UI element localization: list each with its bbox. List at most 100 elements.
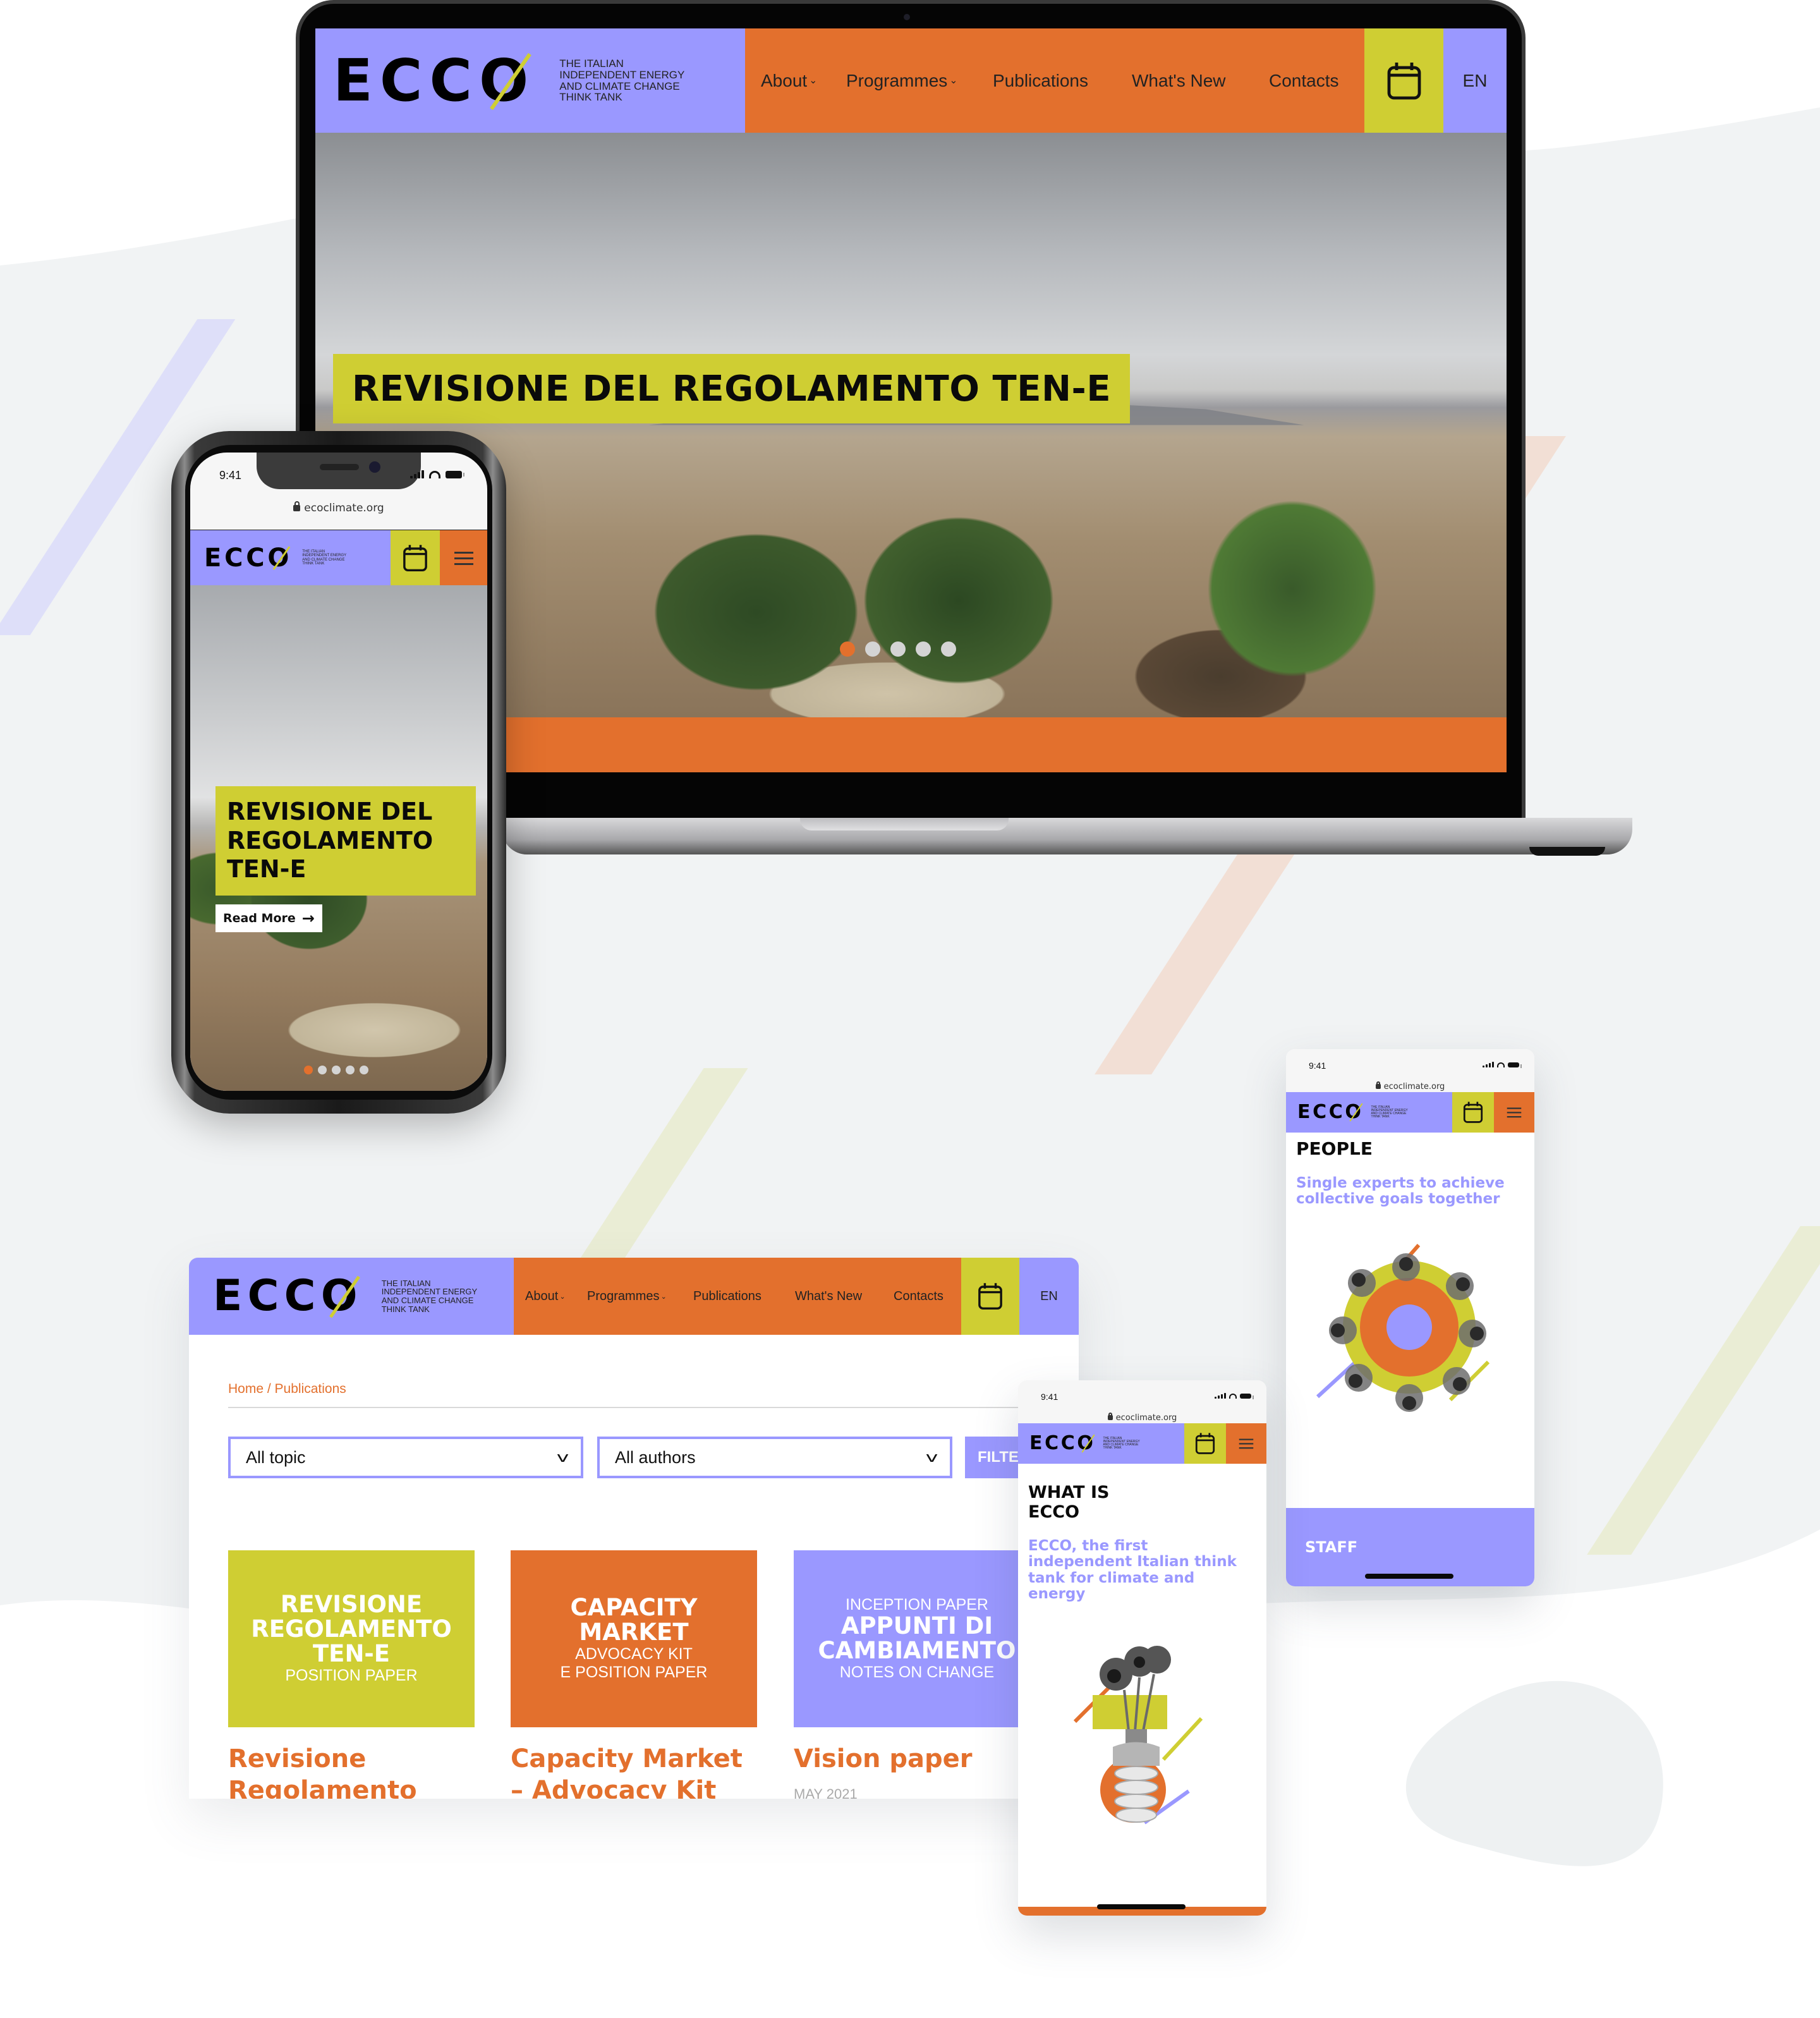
chevron-down-icon: ⌄ xyxy=(949,75,958,86)
calendar-icon xyxy=(403,544,427,571)
site-header: ECCO THE ITALIAN INDEPENDENT ENERGY AND CL… xyxy=(190,530,487,585)
slider-dot-3[interactable] xyxy=(332,1066,341,1074)
calendar-icon xyxy=(1195,1433,1215,1454)
nav-programmes[interactable]: Programmes ⌄ xyxy=(846,71,993,91)
nav-whats-new[interactable]: What's New xyxy=(795,1289,894,1304)
language-switcher[interactable]: EN xyxy=(1443,28,1507,133)
laptop-lid-notch xyxy=(800,818,1009,830)
slider-dot-3[interactable] xyxy=(890,641,906,657)
nav-contacts[interactable]: Contacts xyxy=(894,1289,943,1304)
battery-icon xyxy=(446,470,464,478)
nav-contacts[interactable]: Contacts xyxy=(1269,71,1339,91)
laptop-foot xyxy=(1529,847,1605,856)
home-indicator xyxy=(1365,1574,1453,1579)
breadcrumb-divider xyxy=(228,1407,1062,1408)
page-lead: Single experts to achieve collective goal… xyxy=(1296,1175,1505,1208)
hero-slider-dots xyxy=(304,1066,368,1074)
ecco-logo[interactable]: ECCO xyxy=(1297,1103,1363,1122)
slider-dot-2[interactable] xyxy=(318,1066,327,1074)
status-time: 9:41 xyxy=(1041,1392,1059,1402)
nav-programmes[interactable]: Programmes ⌄ xyxy=(587,1289,693,1304)
chevron-down-icon: ⌄ xyxy=(660,1292,667,1301)
logo-block[interactable]: ECCO THE ITALIAN INDEPENDENT ENERGY AND CL… xyxy=(189,1258,514,1335)
status-icons xyxy=(1483,1062,1522,1068)
publication-date: MAY 2021 xyxy=(794,1786,858,1799)
ecco-logo[interactable]: ECCO xyxy=(1029,1434,1095,1453)
logo-block[interactable]: ECCO THE ITALIAN INDEPENDENT ENERGY AND … xyxy=(315,28,745,133)
cover-subtitle: ADVOCACY KIT E POSITION PAPER xyxy=(560,1645,708,1681)
slider-dot-2[interactable] xyxy=(865,641,880,657)
nav-about[interactable]: About ⌄ xyxy=(761,71,846,91)
browser-url-bar[interactable]: ecoclimate.org xyxy=(1018,1413,1266,1423)
hero-title[interactable]: REVISIONE DEL REGOLAMENTO TEN-E xyxy=(215,786,476,896)
logo-tagline: THE ITALIAN INDEPENDENT ENERGY AND CLIMATE… xyxy=(1371,1105,1408,1119)
slider-dot-1[interactable] xyxy=(840,641,855,657)
battery-icon xyxy=(1508,1062,1522,1068)
phone-notch xyxy=(257,453,421,489)
hero-title[interactable]: REVISIONE DEL REGOLAMENTO TEN-E xyxy=(333,354,1131,423)
slider-dot-1[interactable] xyxy=(304,1066,313,1074)
page-heading: PEOPLE xyxy=(1296,1138,1373,1159)
menu-button[interactable] xyxy=(440,530,487,585)
nav-about[interactable]: About ⌄ xyxy=(525,1289,587,1304)
calendar-button[interactable] xyxy=(961,1258,1019,1335)
slider-dot-4[interactable] xyxy=(346,1066,355,1074)
ecco-logo[interactable]: ECCO xyxy=(204,545,292,571)
menu-button[interactable] xyxy=(1226,1423,1266,1464)
cover-kicker: INCEPTION PAPER xyxy=(846,1596,988,1614)
logo-tagline: THE ITALIAN INDEPENDENT ENERGY AND CLIMATE… xyxy=(1103,1436,1140,1450)
logo-block[interactable]: ECCO THE ITALIAN INDEPENDENT ENERGY AND CL… xyxy=(190,530,391,585)
people-collage-illustration xyxy=(1316,1244,1490,1412)
staff-label: STAFF xyxy=(1305,1538,1358,1556)
hamburger-icon xyxy=(454,551,473,565)
signal-icon xyxy=(1215,1393,1226,1399)
calendar-button[interactable] xyxy=(1364,28,1443,133)
calendar-button[interactable] xyxy=(391,530,440,585)
chevron-down-icon: v xyxy=(556,1449,569,1466)
phone-home-frame: 9:41 ecoclimate.org ECCO THE ITALIAN INDE… xyxy=(171,431,506,1114)
breadcrumb-separator: / xyxy=(264,1382,275,1396)
publication-title[interactable]: Capacity Market – Advocacy Kit xyxy=(511,1743,743,1799)
calendar-button[interactable] xyxy=(1452,1092,1494,1133)
logo-block[interactable]: ECCO THE ITALIAN INDEPENDENT ENERGY AND CL… xyxy=(1286,1092,1452,1133)
laptop-base xyxy=(502,818,1632,854)
lock-icon xyxy=(293,501,301,512)
publication-title[interactable]: Vision paper xyxy=(794,1743,972,1775)
logo-tagline: THE ITALIAN INDEPENDENT ENERGY AND CLIMA… xyxy=(559,57,685,104)
publication-title[interactable]: Revisione Regolamento xyxy=(228,1743,417,1799)
site-header: ECCO THE ITALIAN INDEPENDENT ENERGY AND CL… xyxy=(1018,1423,1266,1464)
publication-card-cover[interactable]: REVISIONE REGOLAMENTO TEN-E POSITION PAPER xyxy=(228,1550,475,1727)
publication-card-cover[interactable]: CAPACITY MARKET ADVOCACY KIT E POSITION PA… xyxy=(511,1550,757,1727)
ecco-logo[interactable]: ECCO xyxy=(213,1275,363,1318)
breadcrumb-home[interactable]: Home xyxy=(228,1382,264,1396)
wifi-icon xyxy=(429,470,440,478)
read-more-button[interactable]: Read More → xyxy=(215,904,322,932)
slider-dot-4[interactable] xyxy=(916,641,931,657)
authors-select[interactable]: All authors v xyxy=(597,1437,952,1478)
browser-url-bar[interactable]: ecoclimate.org xyxy=(190,501,487,514)
ecco-logo[interactable]: ECCO xyxy=(333,51,535,110)
lock-icon xyxy=(1375,1081,1381,1090)
status-time: 9:41 xyxy=(1309,1061,1326,1071)
home-indicator xyxy=(1097,1904,1186,1909)
nav-whats-new[interactable]: What's New xyxy=(1132,71,1269,91)
page-heading: WHAT IS ECCO xyxy=(1028,1483,1110,1523)
calendar-icon xyxy=(1387,62,1421,99)
nav-publications[interactable]: Publications xyxy=(993,71,1132,91)
logo-block[interactable]: ECCO THE ITALIAN INDEPENDENT ENERGY AND CL… xyxy=(1018,1423,1184,1464)
cover-subtitle: POSITION PAPER xyxy=(285,1666,418,1684)
publication-card-cover[interactable]: INCEPTION PAPER APPUNTI DI CAMBIAMENTO NO… xyxy=(794,1550,1040,1727)
browser-url-bar[interactable]: ecoclimate.org xyxy=(1286,1081,1534,1091)
calendar-button[interactable] xyxy=(1184,1423,1226,1464)
chevron-down-icon: v xyxy=(925,1449,938,1466)
cover-title: REVISIONE REGOLAMENTO TEN-E xyxy=(251,1591,452,1668)
language-switcher[interactable]: EN xyxy=(1019,1258,1079,1335)
page-lead: ECCO, the first independent Italian think… xyxy=(1028,1538,1237,1602)
menu-button[interactable] xyxy=(1494,1092,1534,1133)
cover-title: CAPACITY MARKET xyxy=(570,1594,698,1646)
slider-dot-5[interactable] xyxy=(360,1066,368,1074)
phone-people-screen: 9:41 ecoclimate.org ECCO THE ITALIAN INDE… xyxy=(1286,1049,1534,1586)
nav-publications[interactable]: Publications xyxy=(693,1289,795,1304)
topic-select[interactable]: All topic v xyxy=(228,1437,583,1478)
slider-dot-5[interactable] xyxy=(941,641,956,657)
